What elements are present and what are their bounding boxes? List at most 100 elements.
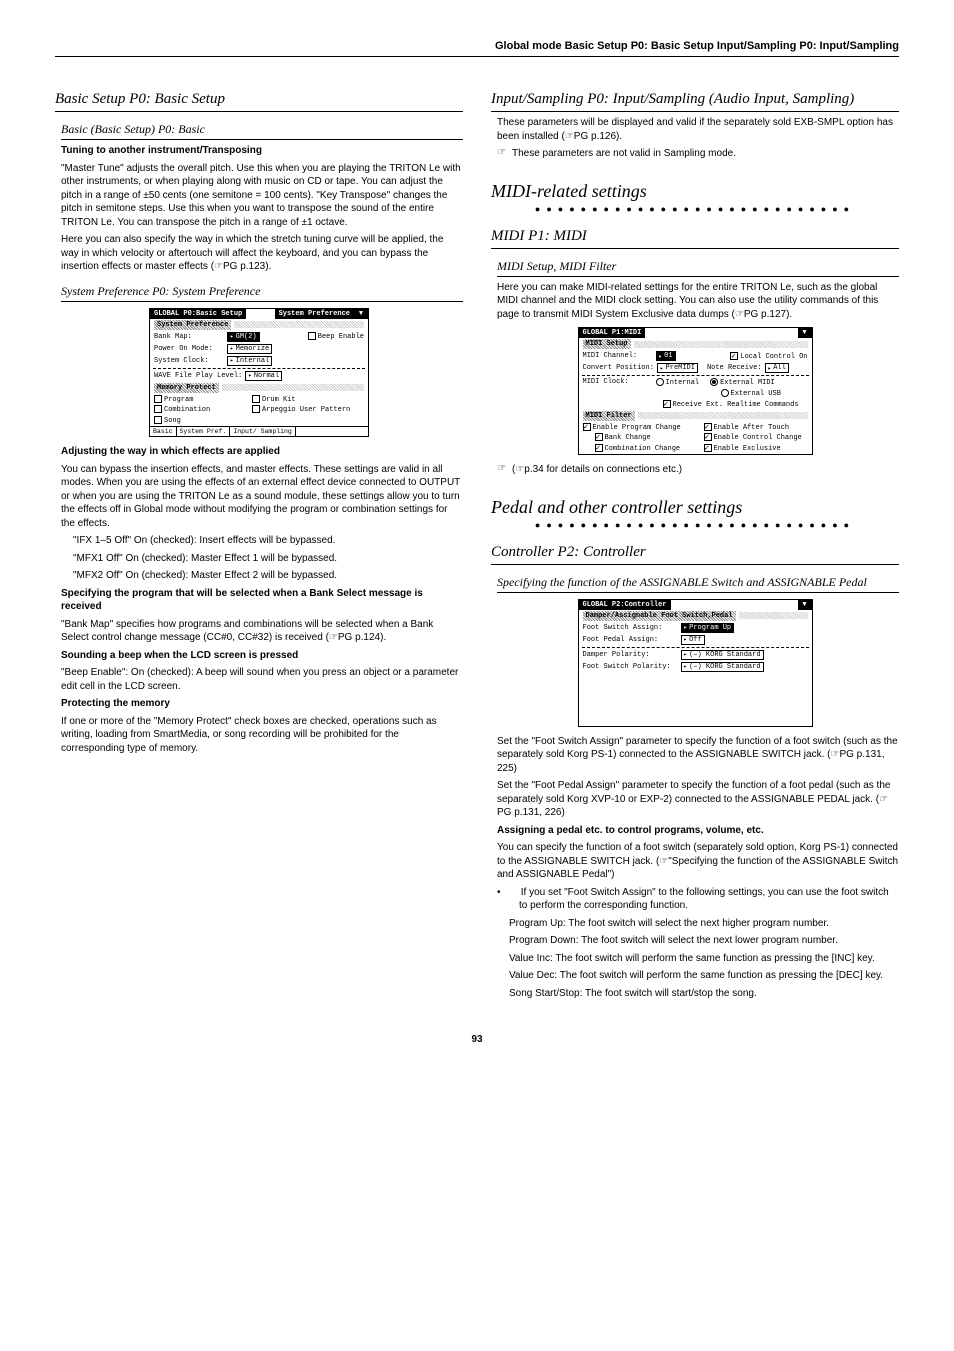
fig1-sec1: System Preference	[154, 320, 231, 330]
fig2-f1: Enable Program Change	[593, 423, 681, 431]
divider-dots: ●●●●●●●●●●●●●●●●●●●●●●●●●●●●	[491, 204, 899, 214]
fig2-title: GLOBAL P1:MIDI	[579, 328, 646, 338]
fig1-m1: Program	[164, 395, 193, 403]
fig3-damp-label: Damper Polarity:	[583, 651, 678, 659]
fig1-sysclock-value[interactable]: Internal	[227, 356, 272, 366]
menu-icon: ▼	[798, 600, 812, 610]
para-bank-body: "Bank Map" specifies how programs and co…	[61, 618, 463, 645]
subheading-polarity: Specifying the function of the ASSIGNABL…	[497, 575, 899, 593]
fig2-ch-value[interactable]: 01	[656, 351, 676, 361]
fig1-wave-label: WAVE File Play Level:	[154, 372, 242, 380]
checkbox-icon[interactable]	[595, 433, 603, 441]
menu-icon: ▼	[354, 309, 368, 319]
fig3-fped-label: Foot Pedal Assign:	[583, 636, 678, 644]
fig1-sec2: Memory Protect	[154, 383, 219, 393]
checkbox-icon[interactable]	[730, 352, 738, 360]
fig2-rtc: Receive Ext. Realtime Commands	[673, 401, 799, 409]
note-icon: ☞	[497, 463, 506, 477]
heading-basic-setup: Basic Setup P0: Basic Setup	[55, 91, 463, 112]
para-progdown: Program Down: The foot switch will selec…	[509, 934, 899, 948]
checkbox-icon[interactable]	[154, 416, 162, 424]
fig2-conv-label: Convert Position:	[583, 364, 654, 372]
note-input: These parameters are not valid in Sampli…	[512, 147, 899, 161]
checkbox-icon[interactable]	[595, 444, 603, 452]
checkbox-icon[interactable]	[154, 405, 162, 413]
para-control-title: Assigning a pedal etc. to control progra…	[497, 824, 899, 838]
fig2-local: Local Control On	[740, 352, 807, 360]
radio-icon[interactable]	[721, 389, 729, 397]
fig3-damp-value[interactable]: (–) KORG Standard	[681, 650, 764, 660]
fig1-m4: Arpeggio User Pattern	[262, 406, 350, 414]
para-protect-title: Protecting the memory	[61, 697, 463, 711]
para-mfx2: "MFX2 Off" On (checked): Master Effect 2…	[73, 569, 463, 583]
note-midi: (☞p.34 for details on connections etc.)	[512, 463, 899, 477]
para-fped-assign: Set the "Foot Pedal Assign" parameter to…	[497, 779, 899, 820]
para-progup: Program Up: The foot switch will select …	[509, 917, 899, 931]
fig2-clock-label: MIDI Clock:	[583, 378, 653, 386]
page-number: 93	[55, 1034, 899, 1045]
fig2-ch-label: MIDI Channel:	[583, 352, 653, 360]
fig2-sec1: MIDI Setup	[583, 339, 631, 349]
header-text: Global mode Basic Setup P0: Basic Setup …	[495, 40, 899, 52]
para-songstart: Song Start/Stop: The foot switch will st…	[509, 987, 899, 1001]
left-column: Basic Setup P0: Basic Setup Basic (Basic…	[55, 77, 463, 1004]
para-bank-title: Specifying the program that will be sele…	[61, 587, 463, 614]
heading-midi-related: MIDI-related settings	[491, 181, 899, 202]
fig2-sec2: MIDI Filter	[583, 411, 635, 421]
radio-icon[interactable]	[656, 378, 664, 386]
checkbox-icon[interactable]	[308, 332, 316, 340]
subheading-midi: MIDI Setup, MIDI Filter	[497, 259, 899, 277]
checkbox-icon[interactable]	[252, 395, 260, 403]
fig1-title-left: GLOBAL P0:Basic Setup	[150, 309, 246, 319]
fig2-f4: Enable Control Change	[714, 434, 802, 442]
fig3-fped-value[interactable]: Off	[681, 635, 705, 645]
heading-controller: Controller P2: Controller	[491, 544, 899, 565]
checkbox-icon[interactable]	[704, 423, 712, 431]
fig1-bankmap-value[interactable]: GM(2)	[227, 332, 260, 342]
fig3-fsw-value[interactable]: Program Up	[681, 623, 735, 633]
fig2-f3: Bank Change	[605, 434, 651, 442]
fig2-noterec-label: Note Receive:	[707, 364, 762, 372]
heading-input-sampling: Input/Sampling P0: Input/Sampling (Audio…	[491, 91, 899, 112]
fig1-tab3[interactable]: Input/ Sampling	[230, 427, 296, 436]
para-protect-body: If one or more of the "Memory Protect" c…	[61, 715, 463, 756]
para-valinc: Value Inc: The foot switch will perform …	[509, 952, 899, 966]
radio-icon[interactable]	[710, 378, 718, 386]
fig1-m3: Combination	[164, 406, 210, 414]
fig1-wave-value[interactable]: Normal	[245, 371, 282, 381]
note-icon: ☞	[497, 147, 506, 161]
fig1-tab2[interactable]: System Pref.	[177, 427, 231, 436]
para-control-body: You can specify the function of a foot s…	[497, 841, 899, 882]
para-effects-body: You can bypass the insertion effects, an…	[61, 463, 463, 531]
fig1-m5: Song	[164, 417, 181, 425]
fig1-m2: Drum Kit	[262, 395, 296, 403]
heading-midi: MIDI P1: MIDI	[491, 228, 899, 249]
checkbox-icon[interactable]	[583, 423, 591, 431]
fig1-tab1[interactable]: Basic	[150, 427, 177, 436]
subheading-syspref: System Preference P0: System Preference	[61, 284, 463, 302]
heading-pedal: Pedal and other controller settings	[491, 497, 899, 518]
page-header: Global mode Basic Setup P0: Basic Setup …	[55, 40, 899, 57]
fig1-poweron-value[interactable]: Memorize	[227, 344, 272, 354]
bullet-icon: •	[508, 886, 518, 900]
fig3-fswpol-value[interactable]: (–) KORG Standard	[681, 662, 764, 672]
checkbox-icon[interactable]	[154, 395, 162, 403]
para-ifx: "IFX 1–5 Off" On (checked): Insert effec…	[73, 534, 463, 548]
para-input-body: These parameters will be displayed and v…	[497, 116, 899, 143]
para-mfx1: "MFX1 Off" On (checked): Master Effect 1…	[73, 552, 463, 566]
fig3-fsw-label: Foot Switch Assign:	[583, 624, 678, 632]
fig1-bankmap-label: Bank Map:	[154, 333, 224, 341]
para-tuning-body2: Here you can also specify the way in whi…	[61, 233, 463, 274]
fig2-noterec-value[interactable]: All	[765, 363, 789, 373]
fig2-f6: Enable Exclusive	[714, 445, 781, 453]
para-fsw-assign: Set the "Foot Switch Assign" parameter t…	[497, 735, 899, 776]
checkbox-icon[interactable]	[252, 405, 260, 413]
fig3-title: GLOBAL P2:Controller	[579, 600, 671, 610]
checkbox-icon[interactable]	[704, 444, 712, 452]
fig2-conv-value[interactable]: PreMIDI	[657, 363, 698, 373]
right-column: Input/Sampling P0: Input/Sampling (Audio…	[491, 77, 899, 1004]
figure-controller: GLOBAL P2:Controller ▼ Damper/Assignable…	[578, 599, 813, 727]
checkbox-icon[interactable]	[704, 433, 712, 441]
divider-dots: ●●●●●●●●●●●●●●●●●●●●●●●●●●●●	[491, 520, 899, 530]
checkbox-icon[interactable]	[663, 400, 671, 408]
